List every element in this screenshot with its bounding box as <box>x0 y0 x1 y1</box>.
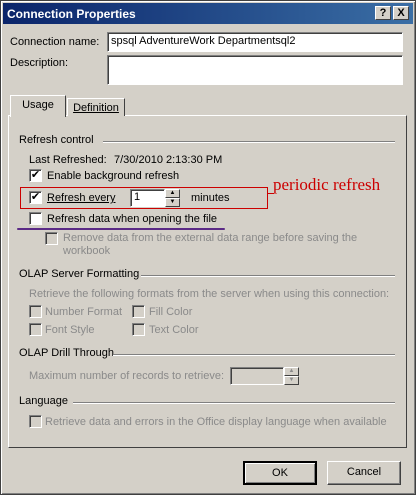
annotation-text: periodic refresh <box>273 175 381 194</box>
olap-drill-heading: OLAP Drill Through <box>19 347 114 359</box>
tab-definition[interactable]: Definition <box>67 98 125 116</box>
title-bar[interactable]: Connection Properties ? X <box>3 3 413 24</box>
tab-usage-label: Usage <box>22 99 54 111</box>
description-label: Description: <box>10 57 69 69</box>
font-style-label: Font Style <box>45 324 95 336</box>
refresh-interval-unit: minutes <box>191 192 230 204</box>
section-divider <box>141 275 395 277</box>
remove-data-checkbox <box>45 232 58 245</box>
refresh-control-heading: Refresh control <box>19 134 94 146</box>
olap-formatting-heading: OLAP Server Formatting <box>19 268 140 280</box>
refresh-every-checkbox[interactable]: ✔ <box>29 191 42 204</box>
cancel-button[interactable]: Cancel <box>327 461 401 485</box>
text-color-label: Text Color <box>149 324 199 336</box>
refresh-every-label: Refresh every <box>47 192 116 204</box>
max-records-down: ▼ <box>284 376 299 385</box>
fill-color-label: Fill Color <box>149 306 193 318</box>
number-format-label: Number Format <box>45 306 123 318</box>
refresh-interval-up[interactable]: ▲ <box>165 189 180 198</box>
ok-button[interactable]: OK <box>243 461 317 485</box>
window-title: Connection Properties <box>7 7 136 21</box>
description-input[interactable] <box>107 55 403 85</box>
refresh-interval-down[interactable]: ▼ <box>165 198 180 207</box>
connection-name-label: Connection name: <box>10 36 100 48</box>
tab-usage[interactable]: Usage <box>10 95 66 117</box>
max-records-label: Maximum number of records to retrieve: <box>29 370 225 382</box>
text-color-checkbox <box>132 323 145 336</box>
last-refreshed-label: Last Refreshed: <box>29 154 107 166</box>
refresh-on-open-checkbox[interactable] <box>29 212 42 225</box>
font-style-checkbox <box>29 323 42 336</box>
connection-properties-dialog: Connection Properties ? X Connection nam… <box>0 0 416 495</box>
refresh-interval-input[interactable]: 1 <box>130 189 165 207</box>
last-refreshed-value: 7/30/2010 2:13:30 PM <box>114 154 223 166</box>
remove-data-label: Remove data from the external data range… <box>63 232 358 257</box>
office-language-checkbox <box>29 415 42 428</box>
help-button[interactable]: ? <box>375 6 391 20</box>
background-refresh-label: Enable background refresh <box>47 170 180 182</box>
tab-definition-label: Definition <box>73 102 119 114</box>
background-refresh-checkbox[interactable]: ✔ <box>29 169 42 182</box>
fill-color-checkbox <box>132 305 145 318</box>
section-divider <box>73 402 395 404</box>
connection-name-input[interactable]: spsql AdventureWork Departmentsql2 <box>107 32 403 52</box>
section-divider <box>113 354 395 356</box>
annotation-underline <box>17 228 225 230</box>
close-button[interactable]: X <box>393 6 409 20</box>
section-divider <box>103 141 395 143</box>
office-language-label: Retrieve data and errors in the Office d… <box>45 416 387 428</box>
olap-formatting-intro: Retrieve the following formats from the … <box>29 288 390 300</box>
language-heading: Language <box>19 395 68 407</box>
number-format-checkbox <box>29 305 42 318</box>
max-records-up: ▲ <box>284 367 299 376</box>
max-records-input <box>230 367 284 385</box>
refresh-on-open-label: Refresh data when opening the file <box>47 213 218 225</box>
